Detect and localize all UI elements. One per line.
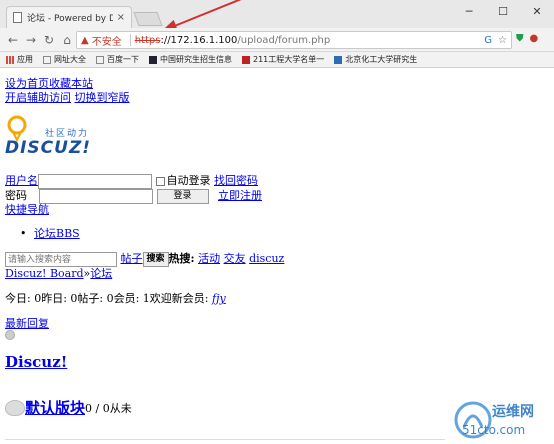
reload-icon[interactable]: ↻ (40, 33, 58, 47)
bookmark-item[interactable]: 211工程大学名单一 (242, 54, 324, 65)
k-icon (334, 55, 343, 64)
bookmark-item[interactable]: 中国研究生招生信息 (149, 54, 232, 65)
home-icon[interactable]: ⌂ (58, 33, 76, 47)
register-link[interactable]: 立即注册 (218, 189, 262, 202)
find-password-link[interactable]: 找回密码 (214, 174, 258, 187)
watermark-site: 51cto.com (462, 423, 526, 437)
bookmark-item[interactable]: 网址大全 (43, 54, 86, 65)
apps-grid-icon (6, 55, 14, 64)
not-secure-label: 不安全 (91, 36, 122, 48)
search-button[interactable]: 搜索 (142, 251, 169, 267)
forward-icon[interactable]: → (22, 33, 40, 47)
hot-search-link[interactable]: 交友 (224, 252, 246, 265)
url-host: ://172.16.1.100 (160, 34, 238, 46)
discuz-logo[interactable]: 社区动力 DISCUZ! (5, 114, 105, 158)
address-bar[interactable]: ▲ 不安全 https ://172.16.1.100 /upload/foru… (76, 31, 512, 49)
page-icon (43, 55, 51, 64)
auto-login-checkbox[interactable] (155, 176, 165, 186)
page-icon (96, 55, 104, 64)
hot-search-label: 热搜: (168, 252, 195, 265)
close-window-icon[interactable]: ✕ (520, 0, 554, 22)
hot-search-link[interactable]: discuz (249, 252, 284, 265)
category-title[interactable]: Discuz! (5, 353, 67, 371)
search-type-link[interactable]: 帖子 (121, 252, 143, 265)
url-path: /upload/forum.php (237, 34, 331, 46)
auto-login-label: 自动登录 (166, 174, 211, 187)
back-icon[interactable]: ← (4, 33, 22, 47)
new-member-link[interactable]: fjy (212, 292, 226, 305)
star-icon[interactable]: ☆ (498, 35, 507, 46)
window-controls: ─ ☐ ✕ (452, 0, 554, 22)
bookmark-apps[interactable]: 应用 (6, 54, 33, 65)
login-button[interactable]: 登录 (156, 188, 209, 204)
divider (5, 439, 445, 440)
translate-icon[interactable]: G (484, 35, 492, 46)
logo-text: DISCUZ! (5, 138, 92, 158)
document-icon (13, 12, 22, 23)
forum-bbs-link[interactable]: 论坛BBS (34, 227, 80, 240)
warning-icon: ▲ (81, 34, 89, 46)
divider (129, 34, 131, 46)
collapse-icon[interactable] (5, 330, 15, 340)
list-bullet: • (20, 227, 27, 240)
extensions: ⛊ ● (516, 33, 538, 44)
password-input[interactable] (39, 188, 153, 204)
minimize-icon[interactable]: ─ (452, 0, 486, 22)
new-tab-button[interactable] (133, 12, 163, 26)
bookmark-item[interactable]: 北京化工大学研究生 (334, 54, 417, 65)
latest-reply-link[interactable]: 最新回复 (5, 317, 49, 330)
board-link[interactable]: 默认版块 (25, 397, 85, 418)
quick-nav-link[interactable]: 快捷导航 (5, 203, 49, 216)
accessibility-link[interactable]: 开启辅助访问 (5, 91, 71, 104)
extension-icon[interactable]: ● (530, 33, 539, 44)
switch-width-link[interactable]: 切换到窄版 (75, 91, 130, 104)
page-content: 设为首页收藏本站 开启辅助访问 切换到窄版 社区动力 DISCUZ! 用户名 自… (0, 69, 554, 444)
board-stats: 0 / 0从未 (85, 401, 132, 415)
hot-search-link[interactable]: 活动 (198, 252, 220, 265)
breadcrumb-forum[interactable]: 论坛 (90, 267, 112, 280)
username-label[interactable]: 用户名 (5, 174, 38, 187)
forum-status-icon (5, 399, 25, 416)
breadcrumb-home[interactable]: Discuz! Board (5, 267, 84, 280)
tab-strip: 论坛 - Powered by Discuz × ─ ☐ ✕ (0, 0, 554, 28)
tab-title: 论坛 - Powered by Discuz (27, 14, 113, 24)
graduation-cap-icon (149, 55, 157, 64)
browser-tab[interactable]: 论坛 - Powered by Discuz × (6, 6, 132, 28)
maximize-icon[interactable]: ☐ (486, 0, 520, 22)
forum-stats: 今日: 0昨日: 0帖子: 0会员: 1欢迎新会员: (5, 292, 213, 305)
shield-icon[interactable]: ⛊ (516, 33, 524, 44)
bookmark-item[interactable]: 百度一下 (96, 54, 139, 65)
breadcrumb: Discuz! Board»论坛 (5, 265, 112, 281)
bookmarks-bar: 应用 网址大全 百度一下 中国研究生招生信息 211工程大学名单一 北京化工大学… (0, 52, 554, 68)
url-scheme: https (134, 34, 161, 46)
watermark: 运维网 51cto.com (440, 395, 554, 444)
pdf-icon (242, 55, 250, 64)
tab-close-icon[interactable]: × (117, 12, 125, 23)
watermark-brand: 运维网 (492, 404, 534, 420)
